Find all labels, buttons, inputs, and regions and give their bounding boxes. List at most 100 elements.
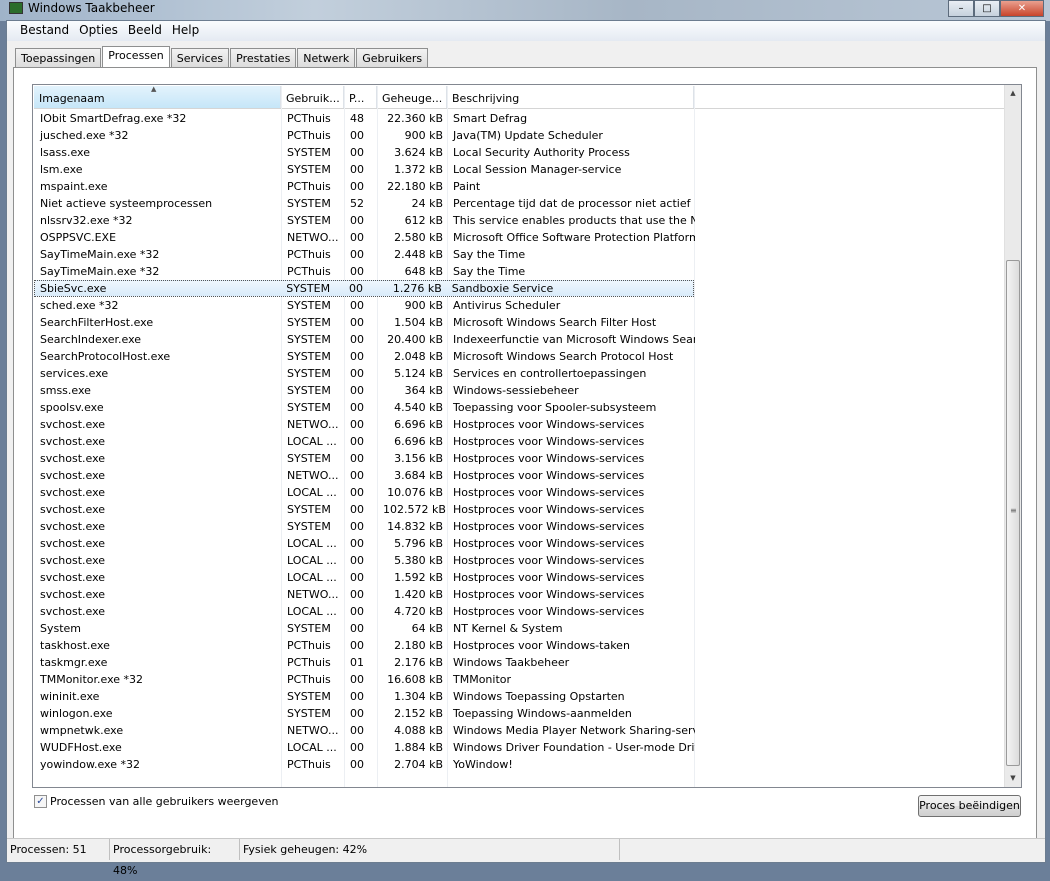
process-rows: IObit SmartDefrag.exe *32 PCThuis 48 22.360… — [34, 110, 1005, 773]
table-row[interactable]: svchost.exe LOCAL ... 00 5.796 kB Hostproces… — [34, 535, 1005, 552]
column-cpu[interactable]: P... — [344, 86, 377, 108]
table-row[interactable]: SayTimeMain.exe *32 PCThuis 00 648 kB Say th… — [34, 263, 1005, 280]
cpu-value: 00 — [350, 690, 364, 703]
cpu-value: 00 — [350, 554, 364, 567]
table-row[interactable]: smss.exe SYSTEM 00 364 kB Windows-sessiebehe… — [34, 382, 1005, 399]
table-row[interactable]: SbieSvc.exe SYSTEM 00 1.276 kB Sandboxie Ser… — [34, 280, 694, 297]
process-name: svchost.exe — [40, 588, 106, 601]
end-process-button[interactable]: Proces beëindigen — [918, 795, 1021, 817]
table-row[interactable]: taskhost.exe PCThuis 00 2.180 kB Hostproces … — [34, 637, 1005, 654]
tab-gebruikers[interactable]: Gebruikers — [356, 48, 429, 67]
vertical-scrollbar[interactable]: ▲ ≡ ▼ — [1004, 85, 1021, 787]
user-name: SYSTEM — [287, 350, 331, 363]
cpu-value: 00 — [350, 469, 364, 482]
cpu-value: 00 — [350, 299, 364, 312]
table-row[interactable]: nlssrv32.exe *32 SYSTEM 00 612 kB This servi… — [34, 212, 1005, 229]
table-row[interactable]: wininit.exe SYSTEM 00 1.304 kB Windows Toepa… — [34, 688, 1005, 705]
table-row[interactable]: svchost.exe LOCAL ... 00 1.592 kB Hostproces… — [34, 569, 1005, 586]
description: Sandboxie Service — [451, 282, 554, 295]
cpu-value: 00 — [350, 588, 364, 601]
table-row[interactable]: lsass.exe SYSTEM 00 3.624 kB Local Security … — [34, 144, 1005, 161]
tab-toepassingen[interactable]: Toepassingen — [15, 48, 102, 67]
table-row[interactable]: jusched.exe *32 PCThuis 00 900 kB Java(TM) U… — [34, 127, 1005, 144]
process-name: SearchIndexer.exe — [40, 333, 142, 346]
table-row[interactable]: svchost.exe SYSTEM 00 14.832 kB Hostproces v… — [34, 518, 1005, 535]
table-row[interactable]: svchost.exe LOCAL ... 00 10.076 kB Hostproce… — [34, 484, 1005, 501]
memory-value: 364 kB — [404, 384, 443, 397]
table-row[interactable]: Niet actieve systeemprocessen SYSTEM 52 24 … — [34, 195, 1005, 212]
table-row[interactable]: taskmgr.exe PCThuis 01 2.176 kB Windows Taak… — [34, 654, 1005, 671]
table-row[interactable]: spoolsv.exe SYSTEM 00 4.540 kB Toepassing vo… — [34, 399, 1005, 416]
table-row[interactable]: mspaint.exe PCThuis 00 22.180 kB Paint — [34, 178, 1005, 195]
show-all-users-checkbox[interactable]: ✓ Processen van alle gebruikers weergeve… — [34, 795, 278, 808]
menu-bestand[interactable]: Bestand — [15, 21, 74, 41]
description: Windows Media Player Network Sharing-ser… — [453, 724, 695, 737]
cpu-value: 00 — [350, 248, 364, 261]
processes-panel: ▲ Imagenaam Gebruik... P... Geheuge... Be… — [13, 67, 1037, 839]
memory-value: 5.124 kB — [394, 367, 443, 380]
table-row[interactable]: svchost.exe LOCAL ... 00 4.720 kB Hostproces… — [34, 603, 1005, 620]
menu-help[interactable]: Help — [167, 21, 204, 41]
table-row[interactable]: svchost.exe SYSTEM 00 3.156 kB Hostproces vo… — [34, 450, 1005, 467]
cpu-value: 00 — [350, 367, 364, 380]
tab-prestaties[interactable]: Prestaties — [230, 48, 297, 67]
process-name: nlssrv32.exe *32 — [40, 214, 133, 227]
column-geheugen[interactable]: Geheuge... — [377, 86, 447, 108]
cpu-value: 00 — [350, 520, 364, 533]
table-row[interactable]: System SYSTEM 00 64 kB NT Kernel & System — [34, 620, 1005, 637]
table-row[interactable]: TMMonitor.exe *32 PCThuis 00 16.608 kB TMMon… — [34, 671, 1005, 688]
menu-beeld[interactable]: Beeld — [123, 21, 167, 41]
scroll-down-icon[interactable]: ▼ — [1005, 770, 1021, 787]
table-row[interactable]: svchost.exe NETWO... 00 1.420 kB Hostproces … — [34, 586, 1005, 603]
menu-opties[interactable]: Opties — [74, 21, 123, 41]
table-row[interactable]: winlogon.exe SYSTEM 00 2.152 kB Toepassing W… — [34, 705, 1005, 722]
table-row[interactable]: svchost.exe NETWO... 00 3.684 kB Hostproces … — [34, 467, 1005, 484]
tab-services[interactable]: Services — [170, 48, 230, 67]
table-row[interactable]: sched.exe *32 SYSTEM 00 900 kB Antivirus Sch… — [34, 297, 1005, 314]
table-row[interactable]: svchost.exe NETWO... 00 6.696 kB Hostproces … — [34, 416, 1005, 433]
maximize-button[interactable]: □ — [974, 0, 1000, 17]
user-name: SYSTEM — [287, 622, 331, 635]
table-row[interactable]: SearchProtocolHost.exe SYSTEM 00 2.048 kB Mi… — [34, 348, 1005, 365]
table-row[interactable]: OSPPSVC.EXE NETWO... 00 2.580 kB Microsoft O… — [34, 229, 1005, 246]
memory-value: 612 kB — [404, 214, 443, 227]
cpu-value: 00 — [350, 605, 364, 618]
table-row[interactable]: yowindow.exe *32 PCThuis 00 2.704 kB YoWindo… — [34, 756, 1005, 773]
table-row[interactable]: lsm.exe SYSTEM 00 1.372 kB Local Session Man… — [34, 161, 1005, 178]
user-name: PCThuis — [287, 639, 331, 652]
column-beschrijving[interactable]: Beschrijving — [447, 86, 694, 108]
close-button[interactable]: ✕ — [1000, 0, 1044, 17]
minimize-button[interactable]: – — [948, 0, 974, 17]
table-row[interactable]: SayTimeMain.exe *32 PCThuis 00 2.448 kB Say … — [34, 246, 1005, 263]
table-row[interactable]: IObit SmartDefrag.exe *32 PCThuis 48 22.360… — [34, 110, 1005, 127]
status-processes: Processen: 51 — [7, 839, 110, 860]
scrollbar-thumb[interactable]: ≡ — [1006, 260, 1020, 766]
process-name: winlogon.exe — [40, 707, 113, 720]
table-row[interactable]: svchost.exe LOCAL ... 00 6.696 kB Hostproces… — [34, 433, 1005, 450]
checkmark-icon[interactable]: ✓ — [34, 795, 47, 808]
process-name: OSPPSVC.EXE — [40, 231, 117, 244]
process-name: taskhost.exe — [40, 639, 110, 652]
column-gebruiker[interactable]: Gebruik... — [281, 86, 344, 108]
process-list[interactable]: ▲ Imagenaam Gebruik... P... Geheuge... Be… — [32, 84, 1022, 788]
process-name: SearchFilterHost.exe — [40, 316, 154, 329]
memory-value: 3.624 kB — [394, 146, 443, 159]
process-name: SayTimeMain.exe *32 — [40, 248, 160, 261]
process-name: SearchProtocolHost.exe — [40, 350, 171, 363]
description: Microsoft Windows Search Protocol Host — [453, 350, 674, 363]
table-row[interactable]: svchost.exe SYSTEM 00 102.572 kB Hostproces … — [34, 501, 1005, 518]
table-row[interactable]: svchost.exe LOCAL ... 00 5.380 kB Hostproces… — [34, 552, 1005, 569]
column-imagenaam[interactable]: ▲ Imagenaam — [34, 86, 281, 108]
process-name: lsass.exe — [40, 146, 90, 159]
memory-value: 16.608 kB — [387, 673, 443, 686]
table-row[interactable]: WUDFHost.exe LOCAL ... 00 1.884 kB Windows D… — [34, 739, 1005, 756]
tab-processen[interactable]: Processen — [102, 46, 170, 68]
tab-netwerk[interactable]: Netwerk — [297, 48, 356, 67]
table-row[interactable]: SearchIndexer.exe SYSTEM 00 20.400 kB Indexe… — [34, 331, 1005, 348]
scroll-up-icon[interactable]: ▲ — [1005, 85, 1021, 102]
user-name: SYSTEM — [287, 299, 331, 312]
table-row[interactable]: services.exe SYSTEM 00 5.124 kB Services en … — [34, 365, 1005, 382]
memory-value: 22.180 kB — [387, 180, 443, 193]
table-row[interactable]: wmpnetwk.exe NETWO... 00 4.088 kB Windows Me… — [34, 722, 1005, 739]
table-row[interactable]: SearchFilterHost.exe SYSTEM 00 1.504 kB Micr… — [34, 314, 1005, 331]
